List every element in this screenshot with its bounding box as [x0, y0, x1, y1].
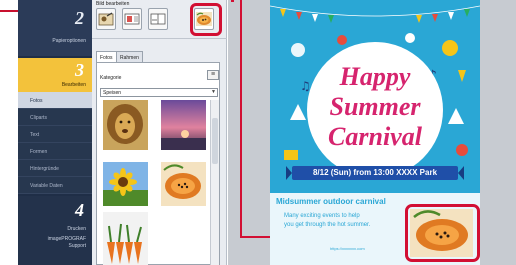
thumbnail-lion[interactable] [103, 100, 148, 150]
photo-edit-button[interactable] [96, 8, 116, 30]
photo-highlight-frame [405, 204, 480, 262]
thumbnail-carrots[interactable] [103, 212, 148, 265]
sunflower-image [103, 162, 148, 206]
scrollbar-thumb[interactable] [212, 118, 218, 164]
step-number: 2 [75, 8, 84, 28]
poster-body-1: Many exciting events to help [284, 213, 360, 219]
layout-split-icon [150, 13, 166, 25]
step-edit[interactable]: 3 Bearbeiten [18, 58, 92, 92]
edit-panel: Bild bearbeiten Fotos Rahmen Kategorie ≡… [92, 0, 227, 265]
carrots-image [103, 212, 148, 265]
subitem-shapes[interactable]: Formen [18, 143, 92, 160]
product-name: imagePROGRAF [47, 236, 86, 242]
poster-subtitle: Midsummer outdoor carnival [276, 197, 386, 206]
layout-split-button[interactable] [148, 8, 168, 30]
poster-title-line1: Happy [339, 62, 411, 91]
subitem-photos[interactable]: Fotos [18, 92, 92, 109]
step-label: Papieroptionen [52, 38, 86, 44]
poster-title-line2: Summer [329, 92, 421, 121]
thumbnail-sunflower[interactable] [103, 162, 148, 206]
thumbnail-grid [100, 100, 210, 265]
step-label: Bearbeiten [61, 82, 86, 88]
photo-edit-icon [98, 12, 114, 26]
step-number: 4 [75, 200, 84, 220]
category-view-button[interactable]: ≡ [207, 70, 219, 80]
connector-top [231, 0, 234, 2]
list-view-icon: ≡ [210, 71, 216, 78]
step-number: 3 [75, 60, 84, 80]
chevron-down-icon: ▼ [211, 89, 216, 95]
subitem-cliparts[interactable]: Cliparts [18, 109, 92, 126]
poster-date: 8/12 (Sun) from 13:00 XXXX Park [312, 168, 438, 177]
panel-divider [92, 38, 227, 39]
tab-frames[interactable]: Rahmen [116, 51, 143, 62]
category-value: Speisen [103, 90, 122, 96]
thumbnail-sunset[interactable] [161, 100, 206, 150]
photo-library: Kategorie ≡ Speisen ▼ [96, 62, 220, 265]
poster-body-2: you get through the hot summer. [284, 222, 371, 228]
tab-photos[interactable]: Fotos [96, 51, 117, 62]
edit-subitems: Fotos Cliparts Text Formen Hintergründe … [18, 92, 92, 194]
papaya-image [161, 162, 206, 206]
product-support: Support [68, 243, 86, 249]
panel-title: Bild bearbeiten [96, 1, 130, 7]
thumbnail-papaya[interactable] [161, 162, 206, 206]
layout-button[interactable] [122, 8, 142, 30]
subitem-backgrounds[interactable]: Hintergründe [18, 160, 92, 177]
step-print[interactable]: 4 Drucken imagePROGRAF Support [18, 196, 92, 265]
tool-highlight-frame [190, 3, 222, 36]
subitem-variable-data[interactable]: Variable Daten [18, 177, 92, 194]
connector-vertical [240, 0, 242, 238]
step-label: Drucken [67, 226, 86, 232]
layout-icon [124, 13, 140, 25]
thumbnail-scrollbar[interactable] [210, 100, 219, 265]
step-paper-options[interactable]: 2 Papieroptionen [18, 0, 92, 56]
category-label: Kategorie [100, 75, 122, 81]
subitem-text[interactable]: Text [18, 126, 92, 143]
lion-image [103, 100, 148, 150]
poster-title-line3: Carnival [328, 122, 422, 151]
category-select[interactable]: Speisen ▼ [100, 88, 218, 97]
sunset-image [161, 100, 206, 150]
steps-sidebar: 2 Papieroptionen 3 Bearbeiten Fotos Clip… [18, 0, 92, 265]
